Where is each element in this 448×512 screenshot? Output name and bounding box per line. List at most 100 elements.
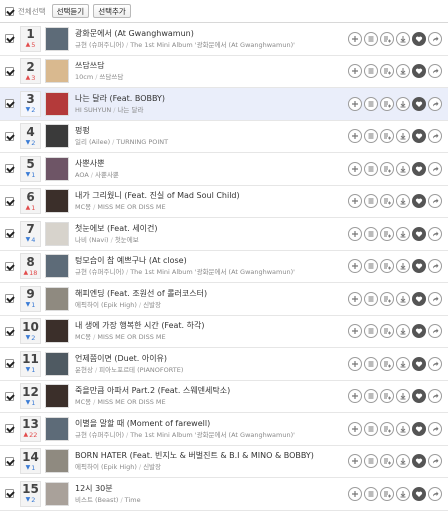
add-to-playlist-icon[interactable]: [380, 64, 394, 79]
song-title[interactable]: 12시 30분: [75, 483, 340, 494]
add-to-playlist-icon[interactable]: [380, 161, 394, 176]
share-icon[interactable]: [428, 291, 442, 306]
like-icon[interactable]: [412, 259, 426, 274]
song-title[interactable]: 나는 달라 (Feat. BOBBY): [75, 93, 340, 104]
album-cover[interactable]: [45, 481, 69, 506]
album-cover[interactable]: [45, 91, 69, 116]
row-checkbox[interactable]: [5, 489, 14, 499]
chart-row[interactable]: 9 ▼ 1 해피엔딩 (Feat. 조원선 of 롤러코스터) 에픽하이 (Ep…: [0, 283, 448, 316]
like-icon[interactable]: [412, 161, 426, 176]
row-checkbox[interactable]: [5, 424, 14, 434]
add-to-playlist-icon[interactable]: [380, 324, 394, 339]
add-to-list-icon[interactable]: [364, 64, 378, 79]
row-checkbox[interactable]: [5, 131, 14, 141]
add-to-list-icon[interactable]: [364, 486, 378, 501]
share-icon[interactable]: [428, 96, 442, 111]
artist-name[interactable]: 규현 (슈퍼주니어): [75, 268, 124, 276]
song-title[interactable]: 펑펑: [75, 125, 340, 136]
like-icon[interactable]: [412, 64, 426, 79]
artist-name[interactable]: AOA: [75, 171, 89, 179]
album-name[interactable]: The 1st Mini Album '광화문에서 (At Gwanghwamu…: [130, 431, 295, 439]
add-to-list-icon[interactable]: [364, 161, 378, 176]
album-name[interactable]: MISS ME OR DISS ME: [97, 333, 165, 341]
row-checkbox[interactable]: [5, 99, 14, 109]
artist-name[interactable]: HI SUHYUN: [75, 106, 111, 114]
download-icon[interactable]: [396, 291, 410, 306]
chart-row[interactable]: 12 ▼ 1 죽을만큼 아파서 Part.2 (Feat. 스웨덴세탁소) MC…: [0, 381, 448, 413]
album-cover[interactable]: [45, 384, 69, 409]
add-to-list-icon[interactable]: [364, 31, 378, 46]
song-title[interactable]: BORN HATER (Feat. 빈지노 & 버벌진트 & B.I & MIN…: [75, 450, 340, 461]
download-icon[interactable]: [396, 356, 410, 371]
add-to-playlist-icon[interactable]: [380, 31, 394, 46]
album-name[interactable]: 신발장: [143, 301, 161, 309]
chart-row[interactable]: 7 ▼ 4 첫눈에보 (Feat. 세이건) 나비 (Navi) / 첫눈에보: [0, 218, 448, 251]
share-icon[interactable]: [428, 389, 442, 404]
album-cover[interactable]: [45, 26, 69, 51]
add-to-playlist-icon[interactable]: [380, 389, 394, 404]
row-checkbox[interactable]: [5, 164, 14, 174]
chart-row[interactable]: 14 ▼ 1 BORN HATER (Feat. 빈지노 & 버벌진트 & B.…: [0, 446, 448, 478]
song-title[interactable]: 언제쯤이면 (Duet. 아이유): [75, 353, 340, 364]
add-to-list-icon[interactable]: [364, 96, 378, 111]
add-to-list-icon[interactable]: [364, 259, 378, 274]
song-title[interactable]: 내 생에 가장 행복한 시간 (Feat. 하각): [75, 320, 340, 331]
chart-row[interactable]: 1 ▲ 5 광화문에서 (At Gwanghwamun) 규현 (슈퍼주니어) /…: [0, 23, 448, 56]
download-icon[interactable]: [396, 421, 410, 436]
album-name[interactable]: 신발장: [143, 463, 161, 471]
album-name[interactable]: MISS ME OR DISS ME: [97, 398, 165, 406]
album-name[interactable]: 피아노포르테 (PIANOFORTE): [99, 366, 183, 374]
share-icon[interactable]: [428, 226, 442, 241]
play-icon[interactable]: [348, 194, 362, 209]
add-to-playlist-icon[interactable]: [380, 486, 394, 501]
artist-name[interactable]: MC몽: [75, 203, 91, 211]
download-icon[interactable]: [396, 324, 410, 339]
chart-row[interactable]: 15 ▼ 2 12시 30분 비스트 (Beast) / Time: [0, 478, 448, 511]
like-icon[interactable]: [412, 486, 426, 501]
share-icon[interactable]: [428, 259, 442, 274]
chart-row[interactable]: 5 ▼ 1 사뿐사뿐 AOA / 사뿐사뿐: [0, 153, 448, 186]
download-icon[interactable]: [396, 389, 410, 404]
album-name[interactable]: The 1st Mini Album '광화문에서 (At Gwanghwamu…: [130, 268, 295, 276]
artist-name[interactable]: 일리 (Ailee): [75, 138, 110, 146]
song-title[interactable]: 텅모습이 참 예쁘구나 (At close): [75, 255, 340, 266]
add-to-playlist-icon[interactable]: [380, 421, 394, 436]
song-title[interactable]: 사뿐사뿐: [75, 158, 340, 169]
add-to-playlist-icon[interactable]: [380, 291, 394, 306]
add-to-list-icon[interactable]: [364, 324, 378, 339]
row-checkbox[interactable]: [5, 196, 14, 206]
share-icon[interactable]: [428, 194, 442, 209]
add-to-list-icon[interactable]: [364, 129, 378, 144]
like-icon[interactable]: [412, 454, 426, 469]
add-to-playlist-icon[interactable]: [380, 356, 394, 371]
album-cover[interactable]: [45, 156, 69, 181]
share-icon[interactable]: [428, 31, 442, 46]
download-icon[interactable]: [396, 259, 410, 274]
play-icon[interactable]: [348, 259, 362, 274]
artist-name[interactable]: MC몽: [75, 333, 91, 341]
song-title[interactable]: 이별을 말할 때 (Moment of farewell): [75, 418, 340, 429]
share-icon[interactable]: [428, 421, 442, 436]
share-icon[interactable]: [428, 161, 442, 176]
like-icon[interactable]: [412, 226, 426, 241]
song-title[interactable]: 광화문에서 (At Gwanghwamun): [75, 28, 340, 39]
song-title[interactable]: 쓰담쓰담: [75, 60, 340, 71]
add-to-list-icon[interactable]: [364, 226, 378, 241]
row-checkbox[interactable]: [5, 34, 14, 44]
row-checkbox[interactable]: [5, 66, 14, 76]
row-checkbox[interactable]: [5, 359, 14, 369]
album-cover[interactable]: [45, 254, 69, 279]
add-to-list-icon[interactable]: [364, 454, 378, 469]
like-icon[interactable]: [412, 129, 426, 144]
artist-name[interactable]: 에픽하이 (Epik High): [75, 301, 137, 309]
artist-name[interactable]: 에픽하이 (Epik High): [75, 463, 137, 471]
share-icon[interactable]: [428, 356, 442, 371]
album-name[interactable]: Time: [125, 496, 141, 504]
like-icon[interactable]: [412, 96, 426, 111]
chart-row[interactable]: 4 ▼ 2 펑펑 일리 (Ailee) / TURNING POINT: [0, 121, 448, 153]
artist-name[interactable]: MC몽: [75, 398, 91, 406]
download-icon[interactable]: [396, 129, 410, 144]
artist-name[interactable]: 규현 (슈퍼주니어): [75, 431, 124, 439]
album-name[interactable]: MISS ME OR DISS ME: [97, 203, 165, 211]
share-icon[interactable]: [428, 486, 442, 501]
